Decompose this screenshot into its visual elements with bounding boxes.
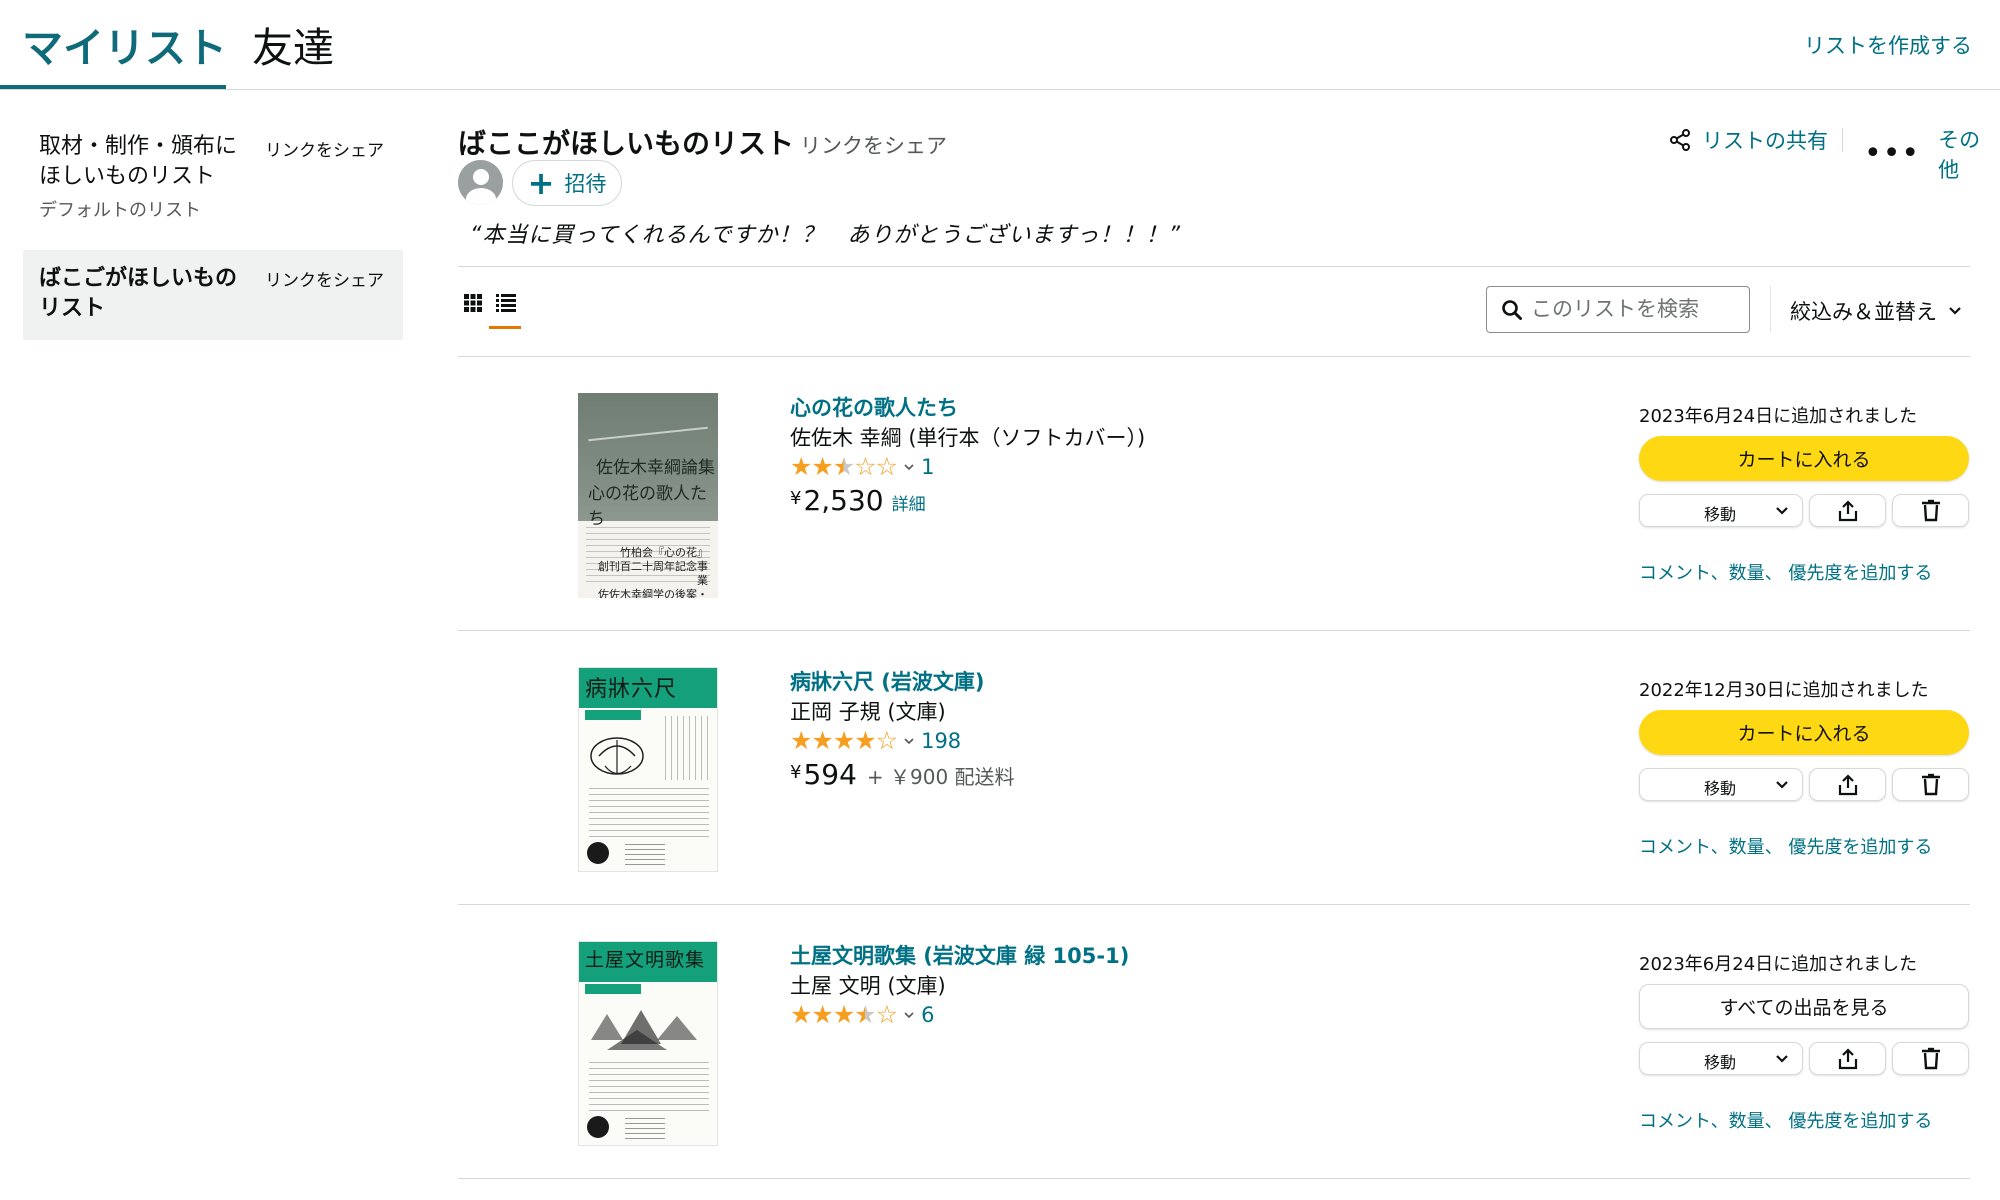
filter-sort-label: 絞込み＆並替え: [1790, 300, 1937, 324]
sidebar-item-subtitle: デフォルトのリスト: [39, 200, 201, 221]
date-added: 2023年6月24日に追加されました: [1639, 954, 1918, 975]
divider: [458, 904, 1970, 905]
list-view-icon[interactable]: [496, 293, 516, 313]
sidebar-share-link[interactable]: リンクをシェア: [265, 266, 384, 291]
more-button[interactable]: ••• その他: [1864, 124, 2000, 184]
price-detail-link[interactable]: 詳細: [892, 490, 926, 515]
star-rating[interactable]: ★★★☆☆ 1: [790, 452, 934, 481]
sidebar-item-selected-list[interactable]: ばこごがほしいものリスト リンクをシェア: [23, 250, 403, 340]
top-tab-bar: マイリスト 友達 リストを作成する: [0, 0, 2000, 90]
star-icons: ★★★★☆: [790, 1000, 898, 1029]
sidebar-item-default-list[interactable]: 取材・制作・頒布にほしいものリスト リンクをシェア デフォルトのリスト: [23, 120, 403, 230]
add-comment-link[interactable]: コメント、数量、 優先度を追加する: [1639, 1107, 1932, 1133]
move-dropdown[interactable]: 移動: [1639, 494, 1803, 527]
move-label: 移動: [1704, 1053, 1737, 1072]
move-dropdown[interactable]: 移動: [1639, 1042, 1803, 1075]
delete-item-button[interactable]: [1892, 768, 1969, 801]
share-item-button[interactable]: [1809, 1042, 1886, 1075]
chevron-down-icon: [904, 463, 914, 470]
star-icons: ★★★☆☆: [790, 452, 898, 481]
shipping-fee: + ￥900 配送料: [866, 765, 1015, 789]
rating-count-link[interactable]: 6: [921, 1003, 934, 1027]
active-tab-underline: [0, 85, 226, 89]
star-icons: ★★★★☆: [790, 726, 898, 755]
upload-share-icon: [1838, 774, 1858, 796]
divider: [1842, 128, 1843, 152]
list-item: 佐佐木幸綱論集 心の花の歌人たち 竹柏会『心の花』 創刊百二十周年記念事業 佐佐…: [458, 358, 1970, 630]
star-rating[interactable]: ★★★★☆ 6: [790, 1000, 934, 1029]
sidebar-share-link[interactable]: リンクをシェア: [265, 136, 384, 161]
delete-item-button[interactable]: [1892, 1042, 1969, 1075]
add-comment-link[interactable]: コメント、数量、 優先度を追加する: [1639, 833, 1932, 859]
item-title-link[interactable]: 心の花の歌人たち: [790, 392, 958, 422]
search-icon: [1502, 300, 1522, 320]
share-icon: [1670, 129, 1690, 151]
grid-view-icon[interactable]: [464, 294, 482, 312]
more-dots-icon: •••: [1864, 136, 1921, 171]
divider: [458, 1178, 1970, 1179]
chevron-down-icon: [1776, 781, 1788, 789]
search-input[interactable]: [1531, 289, 1743, 329]
chevron-down-icon: [1776, 507, 1788, 515]
add-to-cart-button[interactable]: カートに入れる: [1639, 710, 1969, 755]
share-list-label: リストの共有: [1702, 129, 1828, 153]
date-added: 2022年12月30日に追加されました: [1639, 680, 1929, 701]
chevron-down-icon: [1949, 307, 1961, 315]
plus-icon: +: [527, 164, 555, 202]
list-description: “本当に買ってくれるんですか！？ ありがとうございますっ！！！”: [470, 223, 1182, 248]
avatar-icon[interactable]: [458, 160, 503, 205]
see-all-offers-button[interactable]: すべての出品を見る: [1639, 984, 1969, 1029]
trash-icon: [1922, 1047, 1940, 1070]
share-item-button[interactable]: [1809, 768, 1886, 801]
item-author: 正岡 子規 (文庫): [790, 700, 946, 724]
book-cover-image[interactable]: 土屋文明歌集: [578, 941, 718, 1146]
add-to-cart-button[interactable]: カートに入れる: [1639, 436, 1969, 481]
list-title: ばここがほしいものリスト: [458, 127, 795, 160]
move-dropdown[interactable]: 移動: [1639, 768, 1803, 801]
share-list-button[interactable]: リストの共有: [1668, 125, 1828, 155]
trash-icon: [1922, 499, 1940, 522]
rating-count-link[interactable]: 198: [921, 729, 961, 753]
item-title-link[interactable]: 病牀六尺 (岩波文庫): [790, 666, 985, 696]
chevron-down-icon: [904, 1011, 914, 1018]
list-item: 病牀六尺 病牀六尺 (岩波文庫) 正岡 子規 (文庫) ★★★★☆ 198 ¥5…: [458, 632, 1970, 904]
create-list-link[interactable]: リストを作成する: [1804, 30, 1972, 60]
divider: [1770, 286, 1771, 333]
chevron-down-icon: [1776, 1055, 1788, 1063]
star-rating[interactable]: ★★★★☆ 198: [790, 726, 961, 755]
item-price: ¥2,530 詳細: [790, 484, 926, 517]
sidebar-item-title[interactable]: 取材・制作・頒布にほしいものリスト: [39, 132, 254, 192]
list-search-box[interactable]: [1486, 286, 1750, 333]
item-author: 佐佐木 幸綱 (単行本（ソフトカバー）): [790, 426, 1146, 450]
upload-share-icon: [1838, 1048, 1858, 1070]
date-added: 2023年6月24日に追加されました: [1639, 406, 1918, 427]
invite-button[interactable]: + 招待: [512, 160, 622, 206]
list-share-link[interactable]: リンクをシェア: [800, 130, 947, 160]
item-price: ¥594 + ￥900 配送料: [790, 758, 1015, 791]
trash-icon: [1922, 773, 1940, 796]
move-label: 移動: [1704, 505, 1737, 524]
divider: [458, 356, 1970, 357]
item-author: 土屋 文明 (文庫): [790, 974, 946, 998]
delete-item-button[interactable]: [1892, 494, 1969, 527]
invite-label: 招待: [564, 172, 607, 196]
list-item: 土屋文明歌集 土屋文明歌集 (岩波文庫 緑 105-1) 土屋 文明 (文庫) …: [458, 906, 1970, 1178]
add-comment-link[interactable]: コメント、数量、 優先度を追加する: [1639, 559, 1932, 585]
sidebar-item-title[interactable]: ばこごがほしいものリスト: [39, 264, 254, 324]
move-label: 移動: [1704, 779, 1737, 798]
tab-my-list[interactable]: マイリスト: [22, 22, 227, 74]
chevron-down-icon: [904, 737, 914, 744]
filter-sort-dropdown[interactable]: 絞込み＆並替え: [1790, 296, 1963, 326]
active-view-underline: [489, 326, 521, 329]
item-title-link[interactable]: 土屋文明歌集 (岩波文庫 緑 105-1): [790, 940, 1129, 970]
rating-count-link[interactable]: 1: [921, 455, 934, 479]
divider: [458, 630, 1970, 631]
more-label: その他: [1938, 128, 1981, 182]
book-cover-image[interactable]: 病牀六尺: [578, 667, 718, 872]
tab-friends[interactable]: 友達: [252, 22, 334, 74]
divider: [458, 266, 1970, 267]
upload-share-icon: [1838, 500, 1858, 522]
share-item-button[interactable]: [1809, 494, 1886, 527]
book-cover-image[interactable]: 佐佐木幸綱論集 心の花の歌人たち 竹柏会『心の花』 創刊百二十周年記念事業 佐佐…: [578, 393, 718, 598]
